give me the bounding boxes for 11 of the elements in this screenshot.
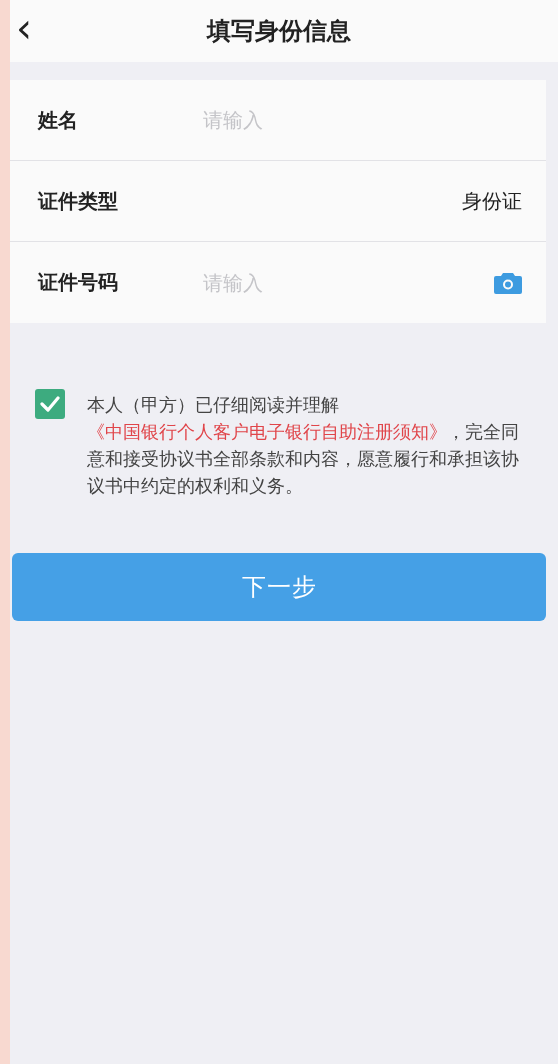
agree-checkbox[interactable]	[35, 389, 65, 419]
field-label: 证件类型	[38, 187, 119, 215]
camera-icon[interactable]	[494, 271, 522, 294]
field-label: 姓名	[38, 106, 79, 134]
agreement-link[interactable]: 《中国银行个人客户电子银行自助注册须知》	[87, 421, 447, 442]
back-button[interactable]: ‹	[10, 8, 38, 48]
id-type-select[interactable]: 身份证	[462, 187, 522, 215]
field-label: 证件号码	[38, 269, 119, 296]
agreement-text: 本人（甲方）已仔细阅读并理解 《中国银行个人客户电子银行自助注册须知》，完全同意和接受协议书全部条款和内容，愿意履行和承担该协议书中约定的权利和义务。	[87, 393, 520, 498]
check-icon	[40, 396, 60, 412]
page-title: 填写身份信息	[207, 16, 352, 47]
